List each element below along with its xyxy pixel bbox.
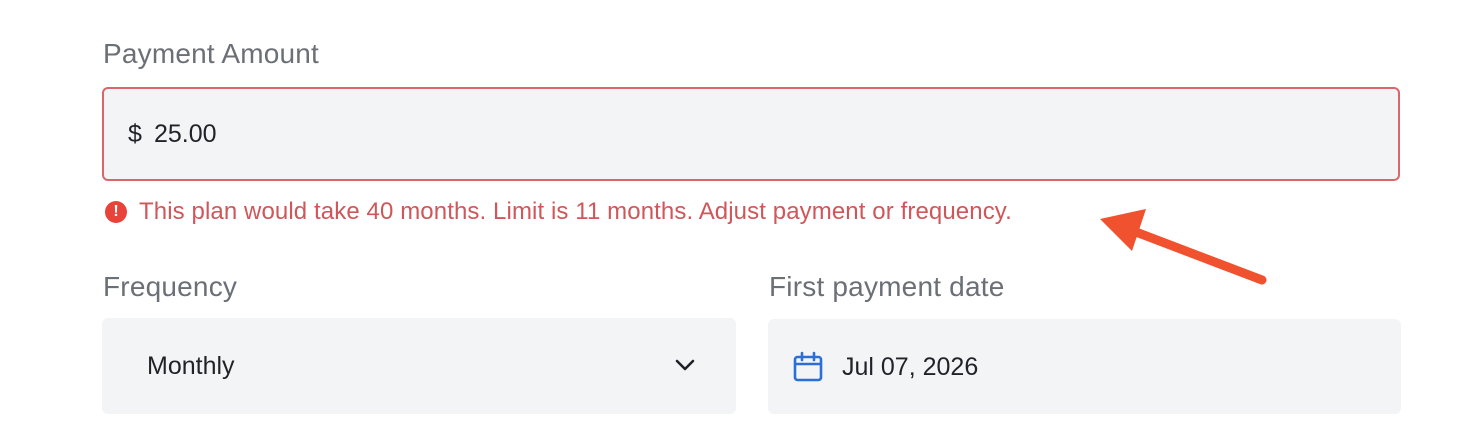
first-payment-date-picker[interactable]: Jul 07, 2026 [768, 319, 1401, 414]
calendar-icon [793, 351, 823, 382]
frequency-select[interactable]: Monthly [102, 318, 736, 414]
frequency-selected-value: Monthly [147, 352, 235, 380]
first-payment-date-value: Jul 07, 2026 [842, 353, 979, 381]
payment-amount-label: Payment Amount [103, 38, 320, 69]
frequency-label: Frequency [103, 271, 238, 302]
payment-amount-field[interactable]: $ [102, 87, 1400, 181]
exclamation-circle-icon: ! [105, 201, 127, 223]
payment-amount-input[interactable] [154, 120, 554, 149]
currency-symbol: $ [128, 120, 142, 148]
error-message: This plan would take 40 months. Limit is… [139, 198, 1012, 225]
payment-amount-error: ! This plan would take 40 months. Limit … [105, 198, 1012, 226]
first-payment-date-label: First payment date [769, 271, 1005, 302]
chevron-down-icon [675, 359, 695, 371]
annotation-arrow-icon [1100, 209, 1267, 285]
payment-form: Payment Amount $ ! This plan would take … [0, 0, 1472, 438]
